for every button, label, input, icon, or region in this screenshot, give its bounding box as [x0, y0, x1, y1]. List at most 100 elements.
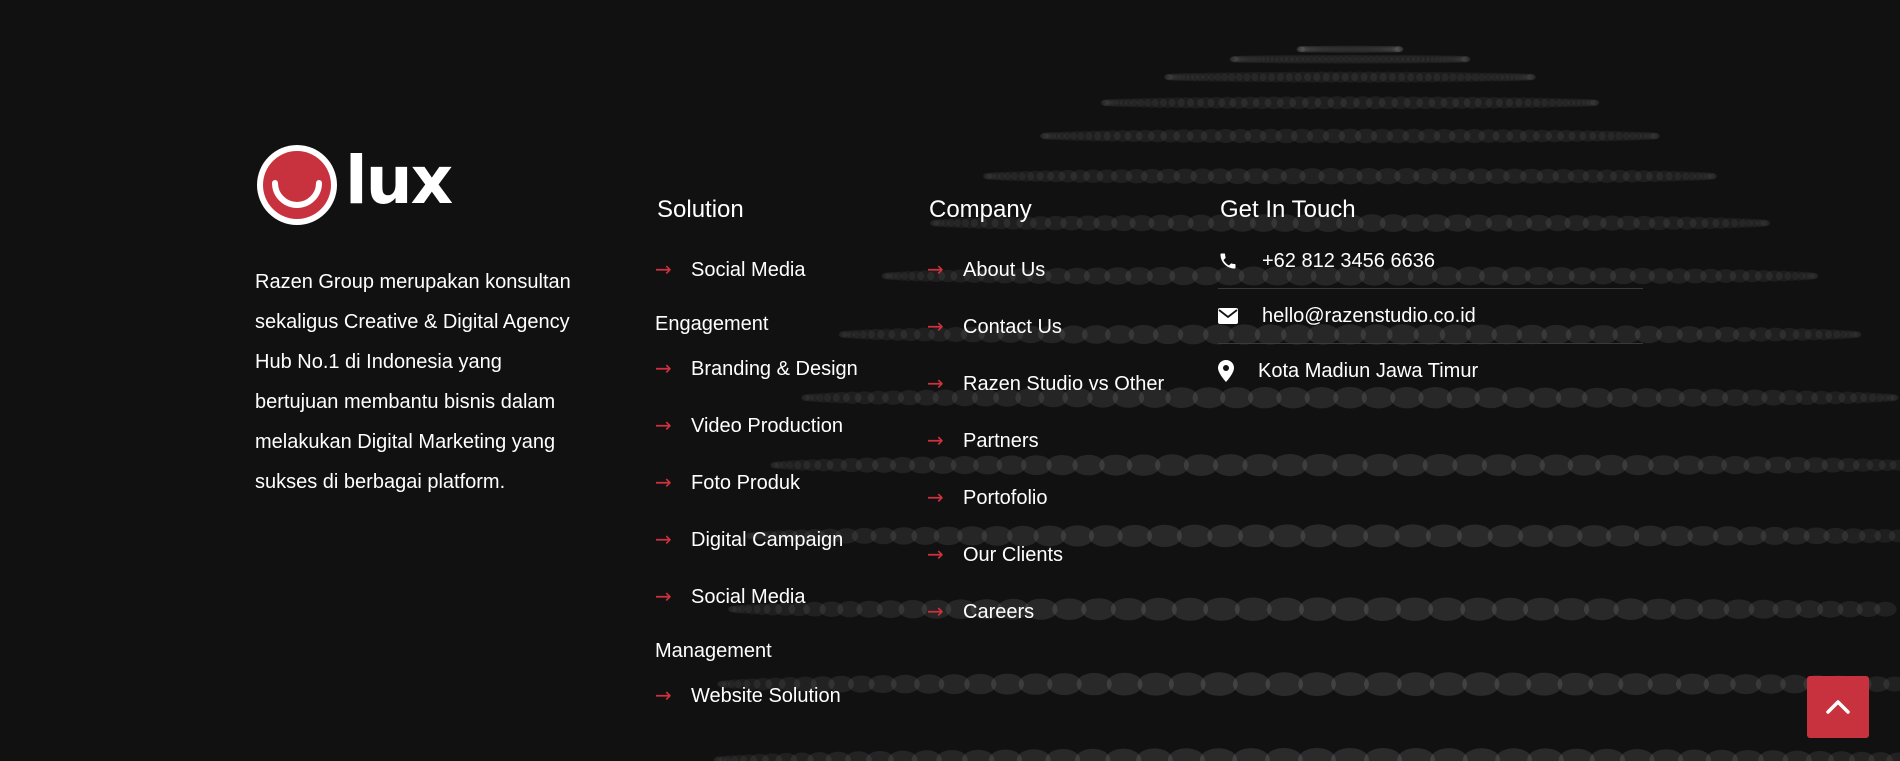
background-dot	[1106, 672, 1143, 696]
background-dot	[1460, 597, 1497, 621]
chevron-up-icon	[1826, 700, 1850, 714]
background-dot	[1619, 749, 1655, 761]
background-dot	[1105, 748, 1142, 761]
company-link-label: Our Clients	[963, 544, 1064, 566]
background-dot	[1527, 748, 1564, 761]
background-dot	[1364, 748, 1403, 761]
background-dot	[1494, 672, 1532, 696]
company-link[interactable]: → About Us	[927, 254, 1187, 285]
solution-link[interactable]: → Branding & Design	[655, 353, 895, 384]
background-dot	[1299, 597, 1337, 621]
background-dot	[1886, 752, 1900, 761]
contact-phone[interactable]: +62 812 3456 6636	[1218, 234, 1643, 289]
background-dot	[1200, 672, 1238, 696]
solution-heading: Solution	[657, 196, 744, 223]
company-link[interactable]: → Partners	[927, 425, 1187, 456]
background-dot	[1491, 597, 1529, 621]
background-dot	[1811, 273, 1819, 279]
background-dot	[1394, 524, 1432, 548]
company-link-label: Contact Us	[963, 316, 1062, 338]
solution-link-label: Video Production	[691, 415, 843, 437]
solution-link[interactable]: → Digital Campaign	[655, 524, 895, 555]
background-dot	[1272, 454, 1308, 477]
background-dot	[1265, 672, 1304, 696]
background-dot	[1234, 597, 1272, 621]
brand-logo[interactable]: lux	[255, 140, 585, 230]
arrow-right-icon: →	[927, 599, 944, 623]
background-dot	[1199, 748, 1238, 761]
arrow-right-icon: →	[927, 542, 944, 566]
phone-icon	[1218, 251, 1262, 271]
background-dot	[1429, 672, 1468, 696]
company-link-label: Careers	[963, 601, 1035, 623]
company-link[interactable]: → Portofolio	[927, 482, 1187, 513]
arrow-right-icon: →	[655, 470, 672, 494]
background-dot	[1207, 524, 1244, 548]
arrow-right-icon: →	[927, 257, 944, 281]
background-dot	[1397, 748, 1435, 761]
company-heading: Company	[929, 196, 1032, 223]
background-dot	[1528, 74, 1536, 80]
arrow-right-icon: →	[655, 356, 672, 380]
company-links: → About Us → Contact Us → Razen Studio vs Oth…	[927, 254, 1187, 627]
solution-link-label: Social Media	[691, 259, 806, 281]
background-dot	[1891, 395, 1899, 401]
background-dot	[1392, 454, 1428, 477]
solution-link[interactable]: → Website Solution	[655, 680, 895, 711]
background-dot	[1265, 748, 1303, 761]
background-dot	[1168, 672, 1206, 696]
background-dot	[1332, 453, 1368, 477]
background-dot	[1854, 332, 1862, 338]
solution-column: Solution → Social Media Engagement → Brandin…	[655, 194, 895, 737]
scroll-to-top-button[interactable]	[1807, 676, 1869, 738]
solution-links: → Social Media Engagement → Branding & Desig…	[655, 242, 895, 711]
solution-link-label: Digital Campaign	[691, 529, 844, 551]
background-dot	[1075, 748, 1111, 761]
arrow-right-icon: →	[655, 413, 672, 437]
background-dot	[1266, 597, 1304, 621]
background-dot	[1232, 748, 1270, 761]
background-dot	[1428, 597, 1466, 621]
contact-address[interactable]: Kota Madiun Jawa Timur	[1218, 344, 1643, 398]
background-dot	[1396, 46, 1404, 52]
background-dot	[1331, 524, 1369, 548]
solution-link[interactable]: → Video Production	[655, 410, 895, 441]
background-dot	[1495, 748, 1533, 761]
background-dot	[1425, 524, 1462, 548]
background-dot	[1362, 453, 1398, 477]
phone-number: +62 812 3456 6636	[1262, 249, 1435, 272]
background-dot	[1874, 601, 1897, 617]
company-link[interactable]: → Our Clients	[927, 539, 1187, 570]
site-footer: lux Razen Group merupakan konsultan seka…	[0, 0, 1900, 761]
address-text: Kota Madiun Jawa Timur	[1258, 359, 1479, 382]
background-dot	[1137, 672, 1174, 696]
background-dot	[1298, 672, 1336, 696]
company-link[interactable]: → Careers	[927, 596, 1187, 627]
solution-link[interactable]: → Foto Produk	[655, 467, 895, 498]
background-dot	[1238, 524, 1275, 548]
background-dot	[1523, 597, 1559, 621]
background-dot	[1396, 597, 1434, 621]
background-dot	[1076, 672, 1112, 696]
background-dot	[1331, 748, 1369, 761]
envelope-icon	[1218, 308, 1262, 324]
background-dot	[1558, 748, 1595, 761]
solution-link[interactable]: → Social Media Management	[655, 569, 895, 678]
company-link[interactable]: → Razen Studio vs Other	[927, 368, 1187, 399]
background-dot	[1591, 100, 1599, 106]
solution-link[interactable]: → Social Media Engagement	[655, 242, 895, 351]
company-link-label: Portofolio	[963, 487, 1048, 509]
background-dot	[1363, 524, 1400, 548]
arrow-right-icon: →	[927, 314, 944, 338]
brand-description: Razen Group merupakan konsultan sekaligu…	[255, 271, 571, 493]
background-dot	[1136, 748, 1173, 761]
arrow-right-icon: →	[655, 527, 672, 551]
contact-email[interactable]: hello@razenstudio.co.id	[1218, 289, 1643, 344]
background-dot	[1518, 524, 1553, 548]
company-link[interactable]: → Contact Us	[927, 311, 1187, 342]
background-dot	[1762, 220, 1770, 226]
solution-link-label-continued: Management	[655, 640, 772, 662]
company-link-label: Razen Studio vs Other	[963, 373, 1165, 395]
background-dot	[1331, 672, 1369, 696]
company-link-label: Partners	[963, 430, 1039, 452]
